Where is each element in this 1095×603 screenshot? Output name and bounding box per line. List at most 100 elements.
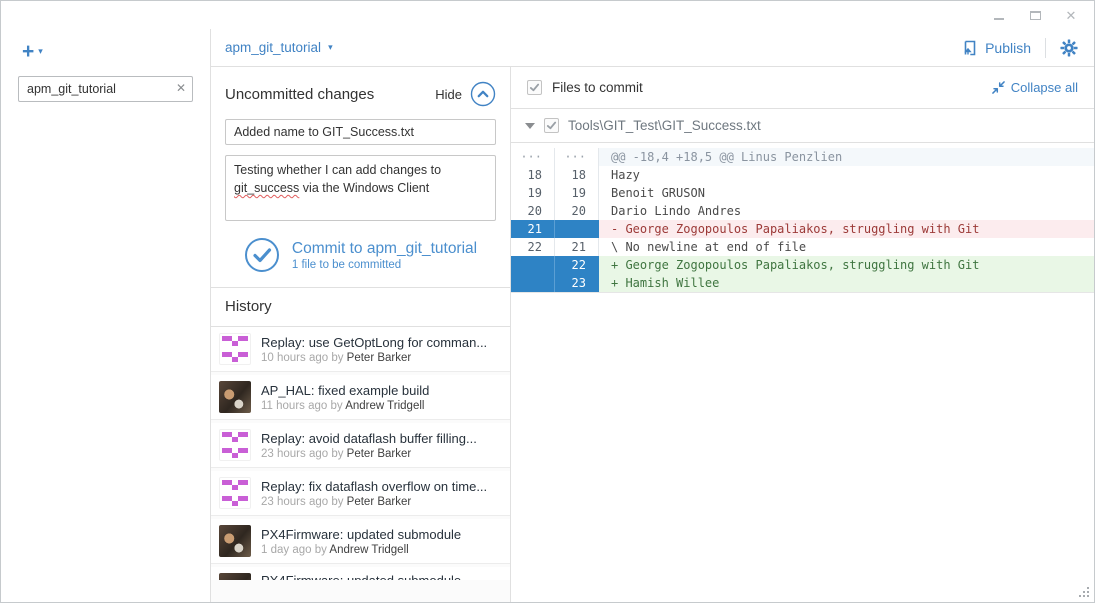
new-line-number-gutter[interactable]: 23 xyxy=(555,274,599,292)
repository-sidebar: + ▾ ✕ xyxy=(1,29,211,603)
commit-button[interactable]: Commit to apm_git_tutorial 1 file to be … xyxy=(225,233,496,275)
diff-line-text: Benoit GRUSON xyxy=(599,184,1094,202)
history-commit-row[interactable]: PX4Firmware: updated submodule 1 day ago… xyxy=(211,519,510,564)
commit-title: PX4Firmware: updated submodule xyxy=(261,573,461,580)
commit-title: Replay: fix dataflash overflow on time..… xyxy=(261,479,487,494)
new-line-number-gutter[interactable]: 19 xyxy=(555,184,599,202)
check-icon xyxy=(529,82,540,93)
chevron-up-icon xyxy=(470,81,496,107)
old-line-number-gutter[interactable]: 20 xyxy=(511,202,555,220)
collapse-all-link[interactable]: Collapse all xyxy=(992,80,1078,95)
commit-summary-input[interactable] xyxy=(225,119,496,145)
maximize-button[interactable] xyxy=(1028,8,1042,22)
commit-meta: 23 hours ago by Peter Barker xyxy=(261,496,487,508)
repository-title: apm_git_tutorial xyxy=(225,40,321,55)
history-commit-row[interactable]: Replay: use GetOptLong for comman... 10 … xyxy=(211,327,510,372)
check-icon xyxy=(546,120,557,131)
minimize-icon xyxy=(994,18,1004,20)
diff-row: 22 + George Zogopoulos Papaliakos, strug… xyxy=(511,256,1094,274)
history-title: History xyxy=(225,298,272,315)
old-line-number-gutter[interactable]: 21 xyxy=(511,220,555,238)
diff-row: 19 19 Benoit GRUSON xyxy=(511,184,1094,202)
new-line-number-gutter[interactable]: 22 xyxy=(555,256,599,274)
file-path: Tools\GIT_Test\GIT_Success.txt xyxy=(568,118,761,133)
history-commit-row[interactable]: Replay: fix dataflash overflow on time..… xyxy=(211,471,510,516)
diff-line-text: - George Zogopoulos Papaliakos, struggli… xyxy=(599,220,1094,238)
commit-meta: 11 hours ago by Andrew Tridgell xyxy=(261,400,429,412)
history-commit-row[interactable]: AP_HAL: fixed example build 11 hours ago… xyxy=(211,375,510,420)
commit-title: PX4Firmware: updated submodule xyxy=(261,527,461,542)
files-to-commit-checkbox[interactable] xyxy=(527,80,542,95)
new-line-number-gutter[interactable] xyxy=(555,220,599,238)
repository-filter-input[interactable] xyxy=(18,76,193,102)
close-icon: ✕ xyxy=(1066,9,1077,22)
avatar xyxy=(219,525,251,557)
check-circle-icon xyxy=(244,237,280,273)
caret-down-icon: ▾ xyxy=(328,42,333,53)
new-line-number-gutter[interactable]: 21 xyxy=(555,238,599,256)
clear-filter-icon[interactable]: ✕ xyxy=(176,82,186,94)
new-line-number-gutter[interactable]: 18 xyxy=(555,166,599,184)
diff-row: 18 18 Hazy xyxy=(511,166,1094,184)
avatar xyxy=(219,381,251,413)
uncommitted-changes-title: Uncommitted changes xyxy=(225,86,374,103)
diff-line-text: @@ -18,4 +18,5 @@ Linus Penzlien xyxy=(599,148,1094,166)
old-line-number-gutter[interactable]: 18 xyxy=(511,166,555,184)
old-line-number-gutter[interactable] xyxy=(511,274,555,292)
diff-line-text: + George Zogopoulos Papaliakos, struggli… xyxy=(599,256,1094,274)
file-row[interactable]: Tools\GIT_Test\GIT_Success.txt xyxy=(511,109,1094,143)
commit-meta: 10 hours ago by Peter Barker xyxy=(261,352,487,364)
caret-down-icon: ▾ xyxy=(38,46,43,57)
diff-row: 23 + Hamish Willee xyxy=(511,274,1094,292)
collapse-icon xyxy=(992,81,1005,94)
hide-toggle-button[interactable]: Hide xyxy=(435,81,496,107)
file-checkbox[interactable] xyxy=(544,118,559,133)
misspelled-word: git_success xyxy=(234,181,299,195)
commit-title: AP_HAL: fixed example build xyxy=(261,383,429,398)
history-header: History xyxy=(211,288,510,327)
settings-gear-button[interactable] xyxy=(1060,39,1078,57)
main-header: apm_git_tutorial ▾ Publish xyxy=(211,29,1094,67)
close-button[interactable]: ✕ xyxy=(1064,8,1078,22)
commit-meta: 1 day ago by Andrew Tridgell xyxy=(261,544,461,556)
new-line-number-gutter[interactable]: ··· xyxy=(555,148,599,166)
add-repository-button[interactable]: + ▾ xyxy=(22,41,43,62)
changes-panel: Uncommitted changes Hide Test xyxy=(211,67,511,603)
diff-line-text: Dario Lindo Andres xyxy=(599,202,1094,220)
commit-title: Replay: avoid dataflash buffer filling..… xyxy=(261,431,477,446)
history-commit-row[interactable]: PX4Firmware: updated submodule 1 day ago… xyxy=(211,567,510,580)
diff-row: ··· ··· @@ -18,4 +18,5 @@ Linus Penzlien xyxy=(511,148,1094,166)
repository-switcher[interactable]: apm_git_tutorial ▾ xyxy=(225,40,333,55)
gear-icon xyxy=(1060,39,1078,57)
diff-row: 21 - George Zogopoulos Papaliakos, strug… xyxy=(511,220,1094,238)
files-header: Files to commit Collapse all xyxy=(511,67,1094,109)
description-text: Testing whether I can add changes to xyxy=(234,163,441,177)
old-line-number-gutter[interactable]: 19 xyxy=(511,184,555,202)
avatar xyxy=(219,477,251,509)
avatar xyxy=(219,429,251,461)
diff-table: ··· ··· @@ -18,4 +18,5 @@ Linus Penzlien… xyxy=(511,148,1094,293)
publish-button[interactable]: Publish xyxy=(962,40,1031,56)
header-separator xyxy=(1045,38,1046,58)
minimize-button[interactable] xyxy=(992,8,1006,22)
commit-file-count: 1 file to be committed xyxy=(292,259,477,271)
avatar xyxy=(219,573,251,580)
old-line-number-gutter[interactable]: ··· xyxy=(511,148,555,166)
hide-label: Hide xyxy=(435,87,462,102)
diff-line-text: \ No newline at end of file xyxy=(599,238,1094,256)
old-line-number-gutter[interactable]: 22 xyxy=(511,238,555,256)
collapse-all-label: Collapse all xyxy=(1011,80,1078,95)
commit-description-textarea[interactable]: Testing whether I can add changes to git… xyxy=(225,155,496,221)
publish-label: Publish xyxy=(985,40,1031,56)
history-list: Replay: use GetOptLong for comman... 10 … xyxy=(211,327,510,603)
diff-line-text: + Hamish Willee xyxy=(599,274,1094,292)
triangle-down-icon[interactable] xyxy=(525,123,535,129)
new-line-number-gutter[interactable]: 20 xyxy=(555,202,599,220)
resize-grip[interactable] xyxy=(1087,595,1089,597)
old-line-number-gutter[interactable] xyxy=(511,256,555,274)
history-commit-row[interactable]: Replay: avoid dataflash buffer filling..… xyxy=(211,423,510,468)
plus-icon: + xyxy=(22,41,34,62)
diff-line-text: Hazy xyxy=(599,166,1094,184)
maximize-icon xyxy=(1030,11,1041,20)
app-window: ✕ + ▾ ✕ apm_git_tutorial ▾ xyxy=(0,0,1095,603)
